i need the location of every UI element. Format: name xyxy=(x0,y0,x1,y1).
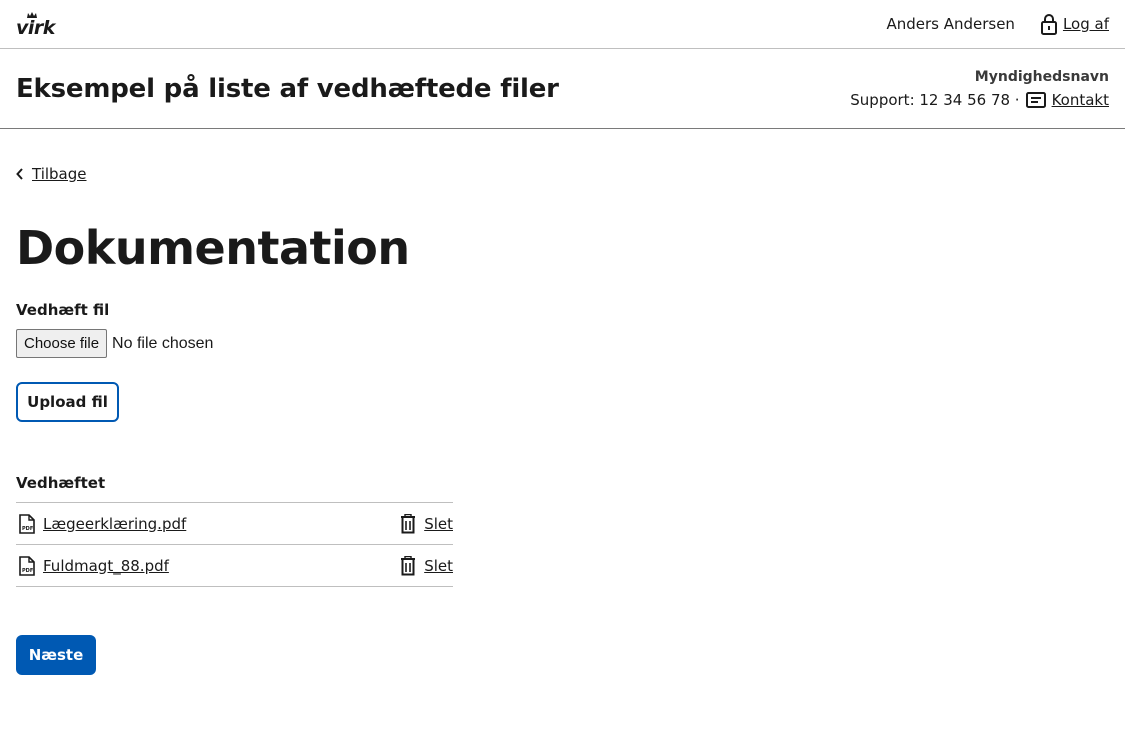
next-button[interactable]: Næste xyxy=(16,635,96,675)
authority-name: Myndighedsnavn xyxy=(974,68,1109,85)
support-text: Support: 12 34 56 78 · xyxy=(850,90,1020,109)
file-link[interactable]: Fuldmagt_88.pdf xyxy=(43,557,169,575)
svg-text:PDF: PDF xyxy=(22,568,33,574)
file-input: Choose file No file chosen xyxy=(16,329,1109,358)
trash-icon xyxy=(401,513,416,533)
upload-file-button[interactable]: Upload fil xyxy=(16,382,119,422)
attached-file-list: PDF Lægeerklæring.pdf Slet PDF Fuldmagt_… xyxy=(16,502,453,587)
service-title: Eksempel på liste af vedhæftede filer xyxy=(16,73,559,104)
pdf-file-icon: PDF xyxy=(19,555,35,576)
trash-icon xyxy=(401,555,416,575)
chevron-left-icon xyxy=(16,168,23,180)
lock-icon xyxy=(1040,14,1057,35)
virk-logo[interactable]: virk xyxy=(16,9,56,39)
authority-info: Myndighedsnavn Support: 12 34 56 78 · Ko… xyxy=(850,69,1109,109)
back-link[interactable]: Tilbage xyxy=(16,165,1109,183)
contact-link[interactable]: Kontakt xyxy=(1052,91,1109,109)
top-bar: virk Anders Andersen Log af xyxy=(0,0,1125,49)
logout-label[interactable]: Log af xyxy=(1063,15,1109,33)
delete-button[interactable]: Slet xyxy=(400,555,453,576)
attach-file-label: Vedhæft fil xyxy=(16,301,110,319)
message-icon xyxy=(1025,91,1046,108)
svg-text:PDF: PDF xyxy=(22,526,33,532)
delete-label[interactable]: Slet xyxy=(424,515,453,533)
logo-text: virk xyxy=(16,17,55,39)
choose-file-button[interactable]: Choose file xyxy=(16,329,108,358)
support-line: Support: 12 34 56 78 · Kontakt xyxy=(850,91,1109,109)
no-file-text: No file chosen xyxy=(112,334,214,352)
delete-label[interactable]: Slet xyxy=(424,557,453,575)
file-link[interactable]: Lægeerklæring.pdf xyxy=(43,515,186,533)
page-title: Dokumentation xyxy=(16,221,410,275)
back-label[interactable]: Tilbage xyxy=(32,165,87,183)
logout-link[interactable]: Log af xyxy=(1040,13,1109,35)
pdf-file-icon: PDF xyxy=(19,513,35,534)
list-item: PDF Lægeerklæring.pdf Slet xyxy=(16,503,453,545)
list-item: PDF Fuldmagt_88.pdf Slet xyxy=(16,545,453,587)
delete-button[interactable]: Slet xyxy=(400,513,453,534)
page-header: Eksempel på liste af vedhæftede filer My… xyxy=(0,49,1125,129)
main-content: Tilbage Dokumentation Vedhæft fil Choose… xyxy=(0,165,1125,675)
attached-heading: Vedhæftet xyxy=(16,474,106,492)
user-name: Anders Andersen xyxy=(886,15,1015,33)
